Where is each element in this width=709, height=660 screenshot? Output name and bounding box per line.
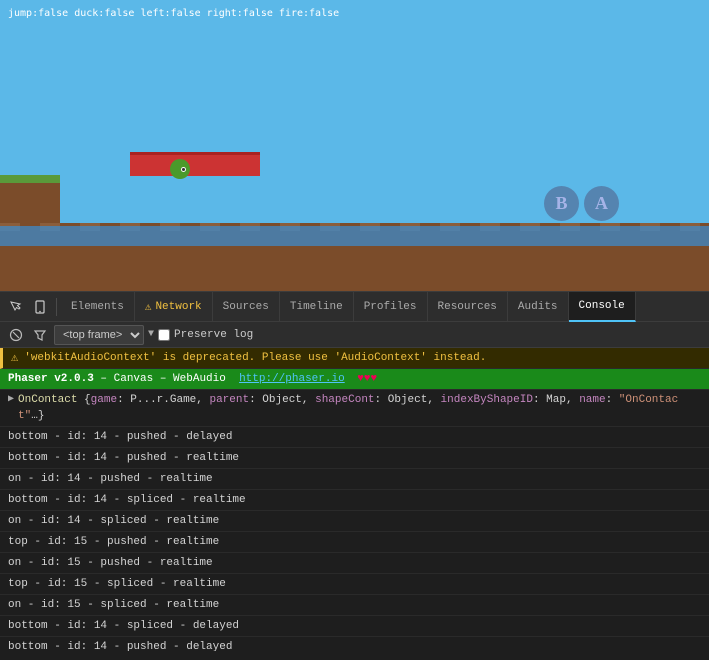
char-eye [181, 167, 186, 172]
console-line: on - id: 15 - spliced - realtime [0, 595, 709, 616]
console-line: bottom - id: 14 - spliced - realtime [0, 490, 709, 511]
log-text: on - id: 14 - spliced - realtime [8, 513, 701, 529]
expand-arrow: ▶ [8, 392, 14, 408]
log-text: bottom - id: 14 - spliced - delayed [8, 618, 701, 634]
platform-left-top [0, 175, 60, 183]
game-letter-b: B [544, 186, 579, 221]
console-line: bottom - id: 14 - pushed - realtime [0, 448, 709, 469]
filter-button[interactable] [30, 325, 50, 345]
mobile-icon[interactable] [28, 295, 52, 319]
log-text: top - id: 15 - spliced - realtime [8, 576, 701, 592]
water-wave [0, 226, 709, 246]
hearts: ♥♥♥ [351, 373, 377, 385]
tab-elements[interactable]: Elements [61, 292, 135, 322]
character [168, 155, 192, 183]
tab-console[interactable]: Console [569, 292, 636, 322]
tab-resources[interactable]: Resources [428, 292, 508, 322]
log-text: bottom - id: 14 - pushed - realtime [8, 450, 701, 466]
console-warning-text: 'webkitAudioContext' is deprecated. Plea… [24, 350, 701, 366]
console-line: on - id: 15 - pushed - realtime [0, 553, 709, 574]
console-line: on - id: 14 - spliced - realtime [0, 511, 709, 532]
console-output[interactable]: ⚠ 'webkitAudioContext' is deprecated. Ple… [0, 348, 709, 651]
tab-audits[interactable]: Audits [508, 292, 569, 322]
phaser-link[interactable]: http://phaser.io [239, 373, 345, 385]
tab-separator-1 [56, 298, 57, 316]
tab-timeline[interactable]: Timeline [280, 292, 354, 322]
clear-console-button[interactable] [6, 325, 26, 345]
game-letter-a: A [584, 186, 619, 221]
console-line: ⚠ 'webkitAudioContext' is deprecated. Ple… [0, 348, 709, 369]
console-line: bottom - id: 14 - spliced - delayed [0, 616, 709, 637]
log-text: bottom - id: 14 - spliced - realtime [8, 492, 701, 508]
log-text: top - id: 15 - pushed - realtime [8, 534, 701, 550]
platform-red [130, 152, 260, 176]
log-text: on - id: 15 - pushed - realtime [8, 555, 701, 571]
char-eye-pupil [182, 168, 185, 171]
preserve-log-label[interactable]: Preserve log [158, 329, 253, 341]
console-line: Phaser v2.0.3 – Canvas – WebAudio http:/… [0, 369, 709, 390]
tab-sources[interactable]: Sources [213, 292, 280, 322]
console-line: top - id: 15 - spliced - realtime [0, 574, 709, 595]
console-toolbar: <top frame> ▼ Preserve log [0, 322, 709, 348]
tab-profiles[interactable]: Profiles [354, 292, 428, 322]
log-text: bottom - id: 14 - pushed - delayed [8, 429, 701, 445]
log-text: on - id: 15 - spliced - realtime [8, 597, 701, 613]
char-body [170, 159, 190, 179]
console-line: bottom - id: 14 - pushed - delayed [0, 637, 709, 651]
preserve-log-checkbox[interactable] [158, 329, 170, 341]
console-line: on - id: 14 - pushed - realtime [0, 469, 709, 490]
game-canvas: jump:false duck:false left:false right:f… [0, 0, 709, 291]
debug-text: jump:false duck:false left:false right:f… [8, 8, 339, 19]
phaser-banner: Phaser v2.0.3 – Canvas – WebAudio http:/… [8, 371, 701, 387]
tab-network[interactable]: Network [135, 292, 213, 322]
log-text: on - id: 14 - pushed - realtime [8, 471, 701, 487]
frame-select[interactable]: <top frame> [54, 325, 144, 345]
expandable-log-text: OnContact {game: P...r.Game, parent: Obj… [18, 392, 701, 424]
warn-icon: ⚠ [11, 350, 18, 366]
tabs-bar: Elements Network Sources Timeline Profil… [0, 292, 709, 322]
devtools-panel: Elements Network Sources Timeline Profil… [0, 291, 709, 651]
console-line[interactable]: ▶OnContact {game: P...r.Game, parent: Ob… [0, 390, 709, 427]
console-line: top - id: 15 - pushed - realtime [0, 532, 709, 553]
console-line: bottom - id: 14 - pushed - delayed [0, 427, 709, 448]
frame-dropdown-arrow[interactable]: ▼ [148, 329, 154, 340]
log-text: bottom - id: 14 - pushed - delayed [8, 639, 701, 651]
inspect-icon[interactable] [4, 295, 28, 319]
